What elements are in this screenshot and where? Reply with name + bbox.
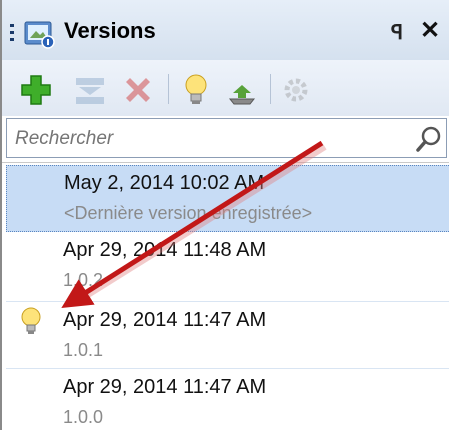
version-label: 1.0.2 xyxy=(63,270,104,290)
search-icon[interactable] xyxy=(415,125,443,153)
version-label: <Dernière version enregistrée> xyxy=(64,203,313,223)
version-date: Apr 29, 2014 11:48 AM xyxy=(63,239,267,261)
toolbar-separator xyxy=(168,74,169,104)
settings-icon[interactable] xyxy=(278,72,314,108)
version-date: Apr 29, 2014 11:47 AM xyxy=(63,309,267,331)
list-item[interactable]: May 2, 2014 10:02 AM <Dernière version e… xyxy=(6,165,449,232)
list-item[interactable]: Apr 29, 2014 11:48 AM 1.0.2 xyxy=(6,233,449,300)
version-label: 1.0.0 xyxy=(63,407,104,427)
lightbulb-icon[interactable] xyxy=(178,72,214,108)
toolbar xyxy=(2,60,449,116)
version-label: 1.0.1 xyxy=(63,340,104,360)
delete-icon[interactable] xyxy=(120,72,156,108)
merge-icon[interactable] xyxy=(72,72,108,108)
search-box xyxy=(6,118,447,158)
list-item[interactable]: Apr 29, 2014 11:47 AM 1.0.1 xyxy=(6,303,449,370)
close-icon[interactable]: ✕ xyxy=(420,16,440,45)
versions-list: May 2, 2014 10:02 AM <Dernière version e… xyxy=(2,162,449,431)
row-divider xyxy=(6,301,449,302)
drag-grip[interactable] xyxy=(10,24,14,44)
list-item[interactable]: Apr 29, 2014 11:47 AM 1.0.0 xyxy=(6,370,449,437)
row-divider xyxy=(6,368,449,369)
pin-icon[interactable]: ꟼ xyxy=(391,20,403,45)
restore-icon[interactable] xyxy=(224,72,260,108)
title-bar: Versions ꟼ ✕ xyxy=(2,0,449,60)
versions-icon xyxy=(24,21,55,49)
add-icon[interactable] xyxy=(18,72,54,108)
lightbulb-icon xyxy=(21,307,41,334)
versions-panel: Versions ꟼ ✕ May 2, xyxy=(0,0,449,430)
panel-title: Versions xyxy=(64,18,156,43)
version-date: May 2, 2014 10:02 AM xyxy=(64,172,265,194)
toolbar-separator xyxy=(270,74,271,104)
search-input[interactable] xyxy=(13,125,397,153)
version-date: Apr 29, 2014 11:47 AM xyxy=(63,376,267,398)
